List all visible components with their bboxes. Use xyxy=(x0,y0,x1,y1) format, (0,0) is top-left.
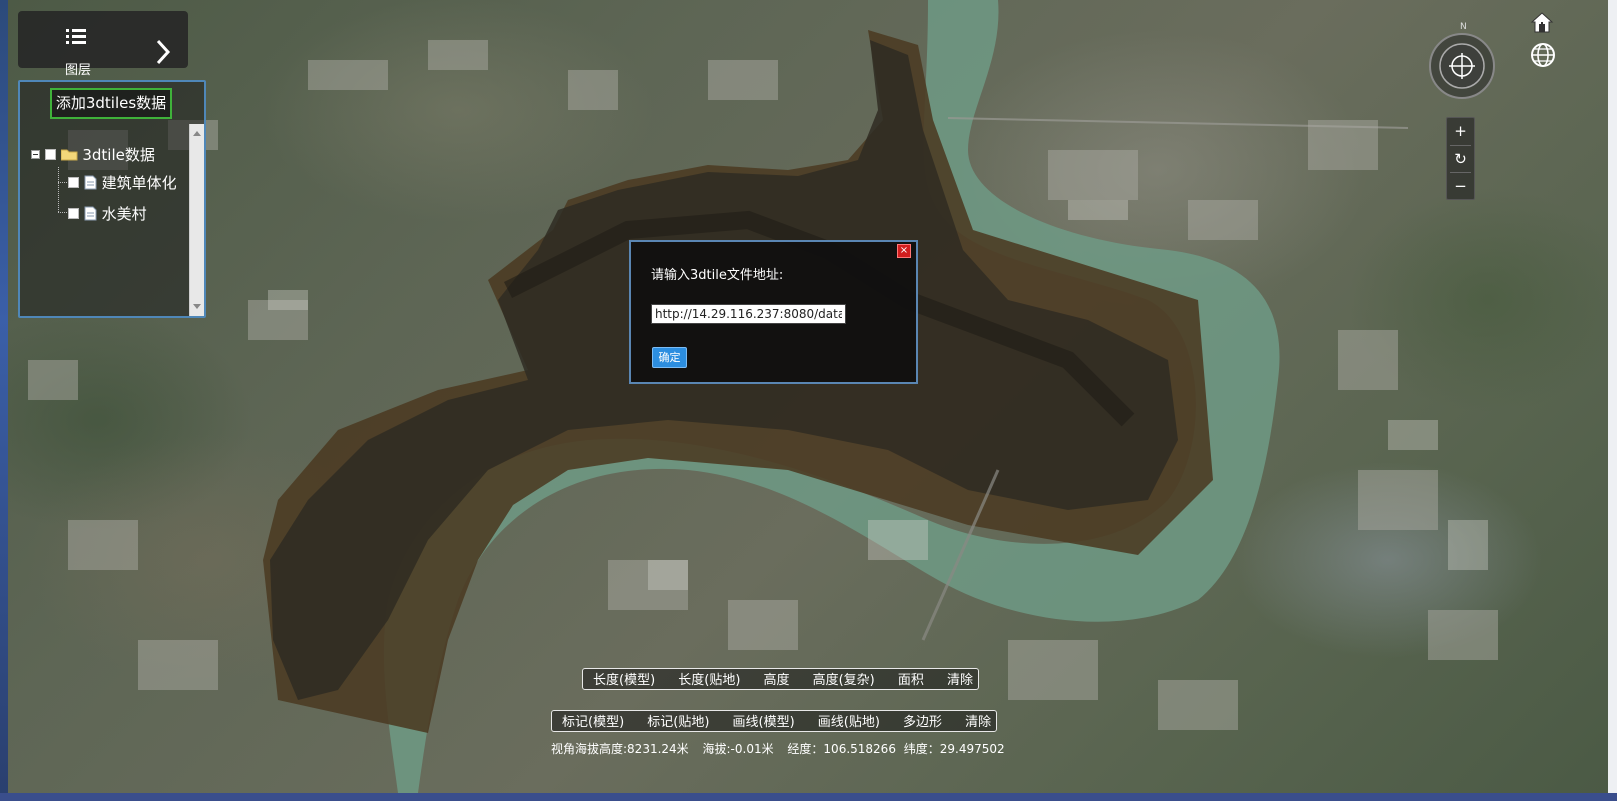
longitude-readout: 经度：106.518266 xyxy=(787,742,896,756)
close-icon[interactable]: × xyxy=(897,244,911,258)
layer-toggle-label: 图层 xyxy=(64,63,91,78)
file-icon xyxy=(84,175,97,190)
confirm-button[interactable]: 确定 xyxy=(652,347,687,368)
folder-icon xyxy=(60,149,78,161)
measure-length-ground-button[interactable]: 长度(贴地) xyxy=(678,671,740,691)
measure-height-complex-button[interactable]: 高度(复杂) xyxy=(813,671,875,691)
home-icon[interactable] xyxy=(1530,10,1554,34)
draw-line-model-button[interactable]: 画线(模型) xyxy=(733,713,795,733)
tree-connector xyxy=(58,167,59,212)
layer-panel: 添加3dtiles数据 3dtile数据 建筑单体化 水美村 xyxy=(18,80,206,318)
chevron-right-icon[interactable] xyxy=(155,39,171,65)
measure-length-model-button[interactable]: 长度(模型) xyxy=(593,671,655,691)
tree-node-child[interactable]: 水美村 xyxy=(68,203,147,224)
background-edge xyxy=(0,0,8,801)
background-edge xyxy=(0,793,1617,801)
latitude-readout: 纬度：29.497502 xyxy=(903,742,1005,756)
mark-clear-button[interactable]: 清除 xyxy=(965,713,991,733)
mark-toolbar: 标记(模型) 标记(贴地) 画线(模型) 画线(贴地) 多边形 清除 xyxy=(551,710,997,732)
zoom-control: + ↻ − xyxy=(1446,117,1475,200)
measure-height-button[interactable]: 高度 xyxy=(764,671,790,691)
status-bar: 视角海拔高度:8231.24米 海拔:-0.01米 经度：106.518266 … xyxy=(551,740,1005,757)
zoom-reset-button[interactable]: ↻ xyxy=(1447,146,1474,173)
tree-node-root[interactable]: 3dtile数据 xyxy=(31,144,155,165)
zoom-out-button[interactable]: − xyxy=(1447,173,1474,200)
collapse-icon[interactable] xyxy=(31,150,40,159)
measure-area-button[interactable]: 面积 xyxy=(898,671,924,691)
add-3dtiles-button[interactable]: 添加3dtiles数据 xyxy=(50,88,172,119)
window-scrollbar[interactable] xyxy=(1608,0,1617,793)
polygon-button[interactable]: 多边形 xyxy=(903,713,942,733)
measure-toolbar: 长度(模型) 长度(贴地) 高度 高度(复杂) 面积 清除 xyxy=(582,668,979,690)
elevation-readout: 海拔:-0.01米 xyxy=(702,742,774,756)
panel-scrollbar[interactable] xyxy=(189,124,204,316)
scroll-up-icon[interactable] xyxy=(193,131,201,136)
measure-clear-button[interactable]: 清除 xyxy=(947,671,973,691)
compass-icon[interactable]: N xyxy=(1426,20,1498,100)
tree-checkbox[interactable] xyxy=(68,177,79,188)
url-input[interactable] xyxy=(651,304,846,324)
file-icon xyxy=(84,206,97,221)
draw-line-ground-button[interactable]: 画线(贴地) xyxy=(818,713,880,733)
zoom-in-button[interactable]: + xyxy=(1447,118,1474,145)
mark-model-button[interactable]: 标记(模型) xyxy=(562,713,624,733)
tree-node-child[interactable]: 建筑单体化 xyxy=(68,172,177,193)
globe-icon[interactable] xyxy=(1530,42,1556,68)
dialog-label: 请输入3dtile文件地址: xyxy=(651,268,784,283)
tree-checkbox[interactable] xyxy=(68,208,79,219)
compass-north-label: N xyxy=(1460,22,1467,32)
tree-node-label: 3dtile数据 xyxy=(82,146,155,164)
tree-node-label: 建筑单体化 xyxy=(101,174,177,192)
list-icon xyxy=(66,29,86,44)
add-3dtile-dialog: × 请输入3dtile文件地址: 确定 xyxy=(629,240,918,384)
scroll-down-icon[interactable] xyxy=(193,304,201,309)
tree-checkbox[interactable] xyxy=(44,149,56,160)
tree-node-label: 水美村 xyxy=(101,205,147,223)
camera-height-readout: 视角海拔高度:8231.24米 xyxy=(551,742,689,756)
cesium-viewer: 图层 添加3dtiles数据 3dtile数据 建筑单体化 水美村 × 请输入3… xyxy=(0,0,1617,801)
mark-ground-button[interactable]: 标记(贴地) xyxy=(647,713,709,733)
layer-toggle-button[interactable]: 图层 xyxy=(18,11,188,78)
